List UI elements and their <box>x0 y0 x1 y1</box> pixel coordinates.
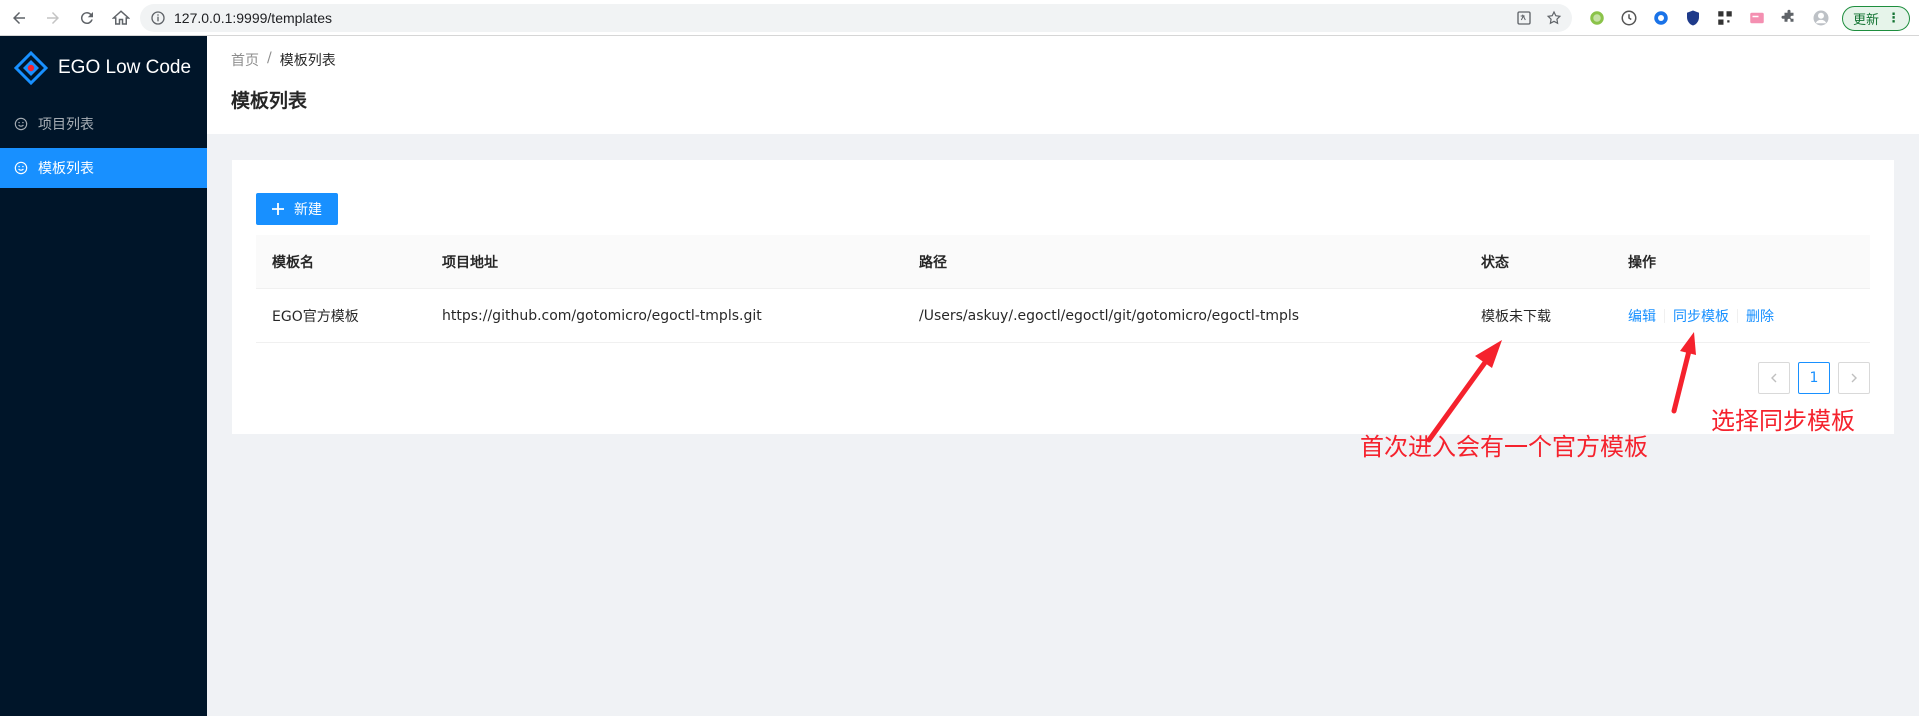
plus-icon <box>272 203 284 215</box>
table-header: 模板名 项目地址 路径 状态 操作 <box>256 235 1870 289</box>
pagination-next[interactable] <box>1838 362 1870 394</box>
brand-name: EGO Low Code <box>58 57 192 78</box>
column-header-repo: 项目地址 <box>442 254 498 271</box>
action-divider <box>1737 308 1738 323</box>
home-icon[interactable] <box>106 3 136 33</box>
column-header-actions: 操作 <box>1628 254 1656 271</box>
reload-icon[interactable] <box>72 3 102 33</box>
translate-icon[interactable] <box>1516 10 1532 26</box>
logo[interactable]: EGO Low Code <box>0 36 207 100</box>
cell-path: /Users/askuy/.egoctl/egoctl/git/gotomicr… <box>919 307 1300 324</box>
cell-actions: 编辑 同步模板 删除 <box>1612 306 1870 326</box>
new-template-button[interactable]: 新建 <box>256 193 338 225</box>
bookmark-star-icon[interactable] <box>1546 10 1562 26</box>
column-header-path: 路径 <box>919 254 947 271</box>
extension-shield-icon[interactable] <box>1684 9 1702 27</box>
sidebar-item-label: 项目列表 <box>38 117 94 133</box>
forward-icon[interactable] <box>38 3 68 33</box>
sidebar-item-templates[interactable]: 模板列表 <box>0 148 207 188</box>
profile-avatar-icon[interactable] <box>1812 9 1830 27</box>
more-vertical-icon: ⋮ <box>1887 11 1900 26</box>
breadcrumb-current: 模板列表 <box>279 53 336 69</box>
new-button-label: 新建 <box>294 201 322 217</box>
extension-green-icon[interactable] <box>1588 9 1606 27</box>
sidebar-item-label: 模板列表 <box>38 161 94 177</box>
breadcrumb-separator: / <box>267 50 272 66</box>
extension-card-icon[interactable] <box>1748 9 1766 27</box>
browser-update-button[interactable]: 更新 ⋮ <box>1842 6 1910 31</box>
annotation-first-entry: 首次进入会有一个官方模板 <box>1360 433 1648 461</box>
sidebar-item-projects[interactable]: 项目列表 <box>0 104 207 144</box>
pagination-prev[interactable] <box>1758 362 1790 394</box>
smile-icon <box>14 161 28 175</box>
browser-toolbar: 127.0.0.1:9999/templates 更新 ⋮ <box>0 0 1919 36</box>
cell-status: 模板未下载 <box>1481 308 1551 325</box>
ego-logo-icon <box>14 51 48 85</box>
table-row: EGO官方模板 https://github.com/gotomicro/ego… <box>256 289 1870 343</box>
page-header: 首页 / 模板列表 模板列表 <box>207 36 1919 134</box>
smile-icon <box>14 117 28 131</box>
back-icon[interactable] <box>4 3 34 33</box>
url-text[interactable]: 127.0.0.1:9999/templates <box>174 10 332 26</box>
annotation-sync: 选择同步模板 <box>1711 407 1855 435</box>
delete-link[interactable]: 删除 <box>1746 306 1774 326</box>
chevron-right-icon <box>1851 373 1857 383</box>
sync-template-link[interactable]: 同步模板 <box>1673 306 1729 326</box>
edit-link[interactable]: 编辑 <box>1628 306 1656 326</box>
pagination: 1 <box>1758 362 1870 394</box>
extension-clock-icon[interactable] <box>1620 9 1638 27</box>
breadcrumb: 首页 / 模板列表 <box>231 50 1895 70</box>
sidebar: EGO Low Code 项目列表 模板列表 <box>0 36 207 716</box>
content-card: 新建 模板名 项目地址 路径 状态 操作 EGO官方模板 https://git… <box>232 160 1894 434</box>
extension-blue-icon[interactable] <box>1652 9 1670 27</box>
action-divider <box>1664 308 1665 323</box>
info-icon[interactable] <box>150 10 166 26</box>
cell-template-name: EGO官方模板 <box>272 308 359 325</box>
extension-qr-icon[interactable] <box>1716 9 1734 27</box>
update-label: 更新 <box>1852 13 1879 28</box>
extensions-puzzle-icon[interactable] <box>1780 9 1798 27</box>
templates-table: 模板名 项目地址 路径 状态 操作 EGO官方模板 https://github… <box>256 235 1870 343</box>
cell-repo-url: https://github.com/gotomicro/egoctl-tmpl… <box>442 307 762 324</box>
page-title: 模板列表 <box>231 90 308 112</box>
column-header-status: 状态 <box>1481 254 1509 271</box>
pagination-page[interactable]: 1 <box>1798 362 1830 394</box>
address-bar[interactable]: 127.0.0.1:9999/templates <box>140 4 1572 32</box>
breadcrumb-home[interactable]: 首页 <box>231 50 259 70</box>
chevron-left-icon <box>1771 373 1777 383</box>
column-header-name: 模板名 <box>272 254 314 271</box>
